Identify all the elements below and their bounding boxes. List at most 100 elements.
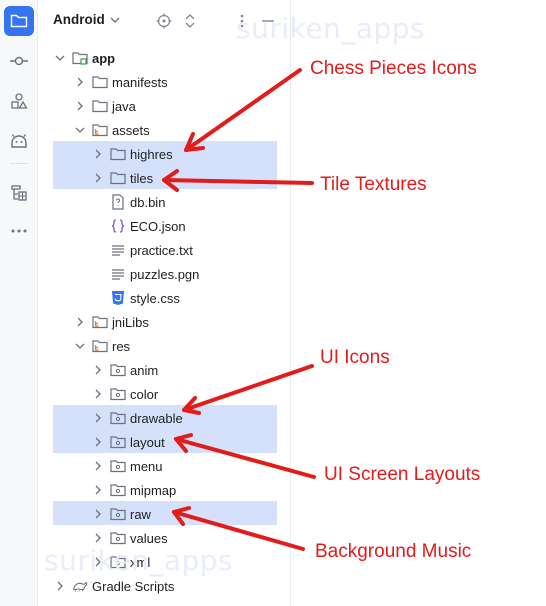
chevron-right-icon[interactable] (91, 387, 105, 401)
tree-item-style-css[interactable]: style.css (91, 286, 180, 310)
tree-item-label: highres (130, 146, 173, 162)
tree-item-eco-json[interactable]: ECO.json (91, 214, 186, 238)
tree-item-label: menu (130, 458, 163, 474)
tree-item-layout[interactable]: layout (91, 430, 165, 454)
tree-item-label: drawable (130, 410, 183, 426)
chevron-right-icon[interactable] (91, 507, 105, 521)
expand-all-button[interactable] (181, 12, 199, 30)
tree-item-label: color (130, 386, 159, 402)
unknown-file-icon (110, 194, 126, 210)
chevron-right-icon[interactable] (91, 435, 105, 449)
tree-item-puzzles-pgn[interactable]: puzzles.pgn (91, 262, 199, 286)
annotation-tile-textures: Tile Textures (320, 174, 427, 195)
panel-divider (290, 0, 291, 606)
project-tool-window: Android app manifests java assets highres til… (39, 0, 291, 606)
android-robot-icon (11, 134, 27, 148)
tree-item-anim[interactable]: anim (91, 358, 158, 382)
tree-item-drawable[interactable]: drawable (91, 406, 183, 430)
res-subfolder-icon (110, 434, 126, 450)
res-subfolder-icon (110, 482, 126, 498)
resource-folder-icon (92, 338, 108, 354)
tree-item-label: anim (130, 362, 159, 378)
chevron-right-icon[interactable] (91, 411, 105, 425)
chevron-right-icon[interactable] (73, 99, 87, 113)
tree-item-label: app (92, 50, 116, 66)
res-subfolder-icon (110, 506, 126, 522)
more-tools-button[interactable] (4, 216, 34, 246)
watermark: suriken_apps (236, 12, 426, 45)
view-selector-dropdown[interactable]: Android (53, 12, 120, 27)
res-subfolder-icon (110, 386, 126, 402)
tree-item-label: ECO.json (130, 218, 186, 234)
android-device-tool-button[interactable] (4, 126, 34, 156)
tree-item-db-bin[interactable]: db.bin (91, 190, 165, 214)
tree-item-label: java (112, 98, 136, 114)
chevron-right-icon[interactable] (91, 531, 105, 545)
tree-item-label: tiles (130, 170, 154, 186)
folder-icon (92, 74, 108, 90)
tree-item-label: db.bin (130, 194, 166, 210)
tree-item-label: mipmap (130, 482, 177, 498)
resource-manager-tool-button[interactable] (4, 86, 34, 116)
tree-item-label: jniLibs (112, 314, 149, 330)
project-tool-button[interactable] (4, 6, 34, 36)
folder-icon (92, 98, 108, 114)
chevron-right-icon[interactable] (53, 579, 67, 593)
chevron-right-icon[interactable] (91, 363, 105, 377)
tree-item-label: Gradle Scripts (92, 578, 175, 594)
tree-item-app[interactable]: app (53, 46, 115, 70)
shapes-icon (11, 93, 28, 109)
chevron-right-icon[interactable] (91, 483, 105, 497)
res-subfolder-icon (110, 362, 126, 378)
chevron-right-icon[interactable] (91, 459, 105, 473)
tree-item-menu[interactable]: menu (91, 454, 163, 478)
resource-folder-icon (92, 122, 108, 138)
annotation-background-music: Background Music (315, 541, 472, 562)
module-folder-icon (72, 50, 88, 66)
tree-item-jnilibs[interactable]: jniLibs (73, 310, 149, 334)
chevron-down-icon[interactable] (53, 51, 67, 65)
chevron-down-icon[interactable] (73, 339, 87, 353)
tree-item-gradle-scripts[interactable]: Gradle Scripts (53, 574, 174, 598)
folder-icon (10, 14, 28, 28)
css-file-icon (110, 290, 126, 306)
tree-item-mipmap[interactable]: mipmap (91, 478, 176, 502)
tree-item-label: layout (130, 434, 165, 450)
tree-item-label: assets (112, 122, 150, 138)
tree-item-color[interactable]: color (91, 382, 158, 406)
annotation-chess-pieces: Chess Pieces Icons (310, 58, 477, 79)
chevron-right-icon[interactable] (91, 171, 105, 185)
folder-icon (110, 146, 126, 162)
res-subfolder-icon (110, 410, 126, 426)
commit-tool-button[interactable] (4, 46, 34, 76)
chevron-right-icon[interactable] (73, 75, 87, 89)
chevron-right-icon[interactable] (73, 315, 87, 329)
structure-tool-button[interactable] (4, 178, 34, 208)
tree-item-label: style.css (130, 290, 180, 306)
text-file-icon (110, 242, 126, 258)
chevron-down-icon[interactable] (73, 123, 87, 137)
commit-icon (10, 56, 28, 66)
tree-item-manifests[interactable]: manifests (73, 70, 168, 94)
tree-item-highres[interactable]: highres (91, 142, 173, 166)
tree-item-java[interactable]: java (73, 94, 136, 118)
tree-item-raw[interactable]: raw (91, 502, 151, 526)
select-opened-file-button[interactable] (155, 12, 173, 30)
chevron-right-icon[interactable] (91, 147, 105, 161)
tree-item-assets[interactable]: assets (73, 118, 150, 142)
tree-item-res[interactable]: res (73, 334, 130, 358)
selection-highlight (53, 501, 277, 525)
view-selector-label: Android (53, 12, 105, 27)
json-file-icon (110, 218, 126, 234)
tool-window-strip (0, 0, 38, 606)
structure-icon (11, 185, 27, 201)
chevron-down-icon (110, 17, 120, 23)
tree-item-practice-txt[interactable]: practice.txt (91, 238, 193, 262)
tree-item-tiles[interactable]: tiles (91, 166, 153, 190)
tree-item-label: manifests (112, 74, 168, 90)
